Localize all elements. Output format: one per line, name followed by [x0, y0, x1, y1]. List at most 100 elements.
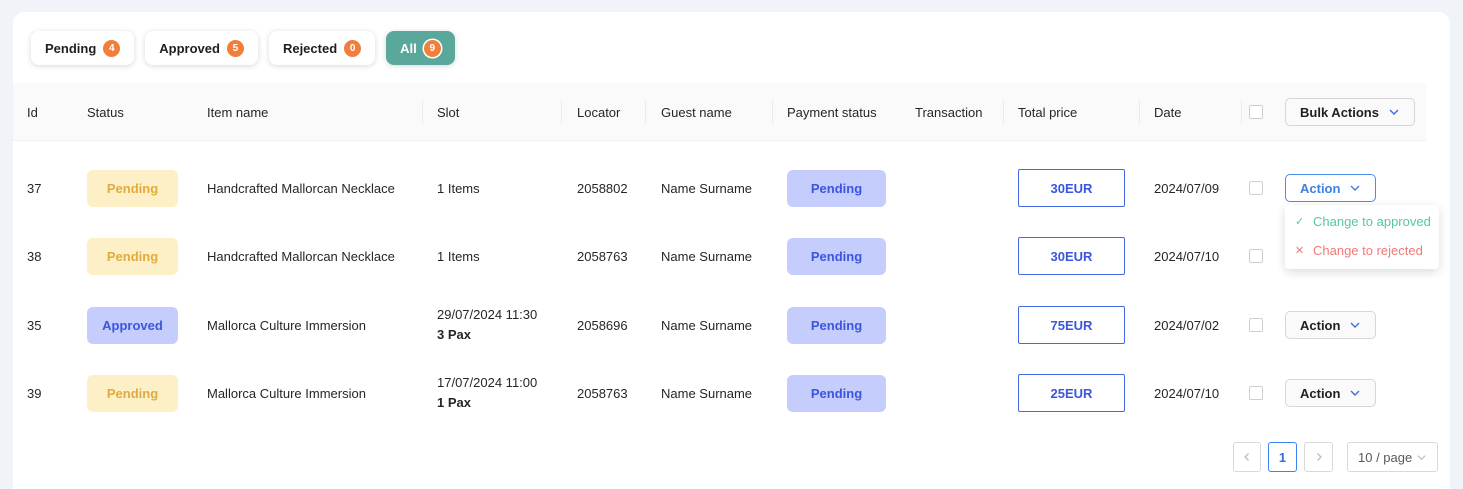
tab-count-badge: 4 — [103, 39, 121, 57]
cell-id: 35 — [27, 317, 42, 333]
status-badge: Pending — [87, 374, 178, 412]
price-box: 30EUR — [1018, 169, 1125, 207]
cell-guest-name: Name Surname — [661, 385, 753, 401]
slot-pax: 3 Pax — [437, 327, 471, 342]
menu-item-change-to-approved[interactable]: ✓ Change to approved — [1295, 214, 1431, 229]
cell-status: Pending — [87, 222, 178, 290]
menu-item-label: Change to approved — [1313, 214, 1431, 229]
column-header-total-price: Total price — [1018, 104, 1078, 120]
table-row: 38 Pending Handcrafted Mallorcan Necklac… — [13, 222, 1426, 290]
cell-status: Pending — [87, 359, 178, 427]
tab-count-badge: 5 — [226, 39, 244, 57]
cell-payment-status: Pending — [787, 222, 886, 290]
cell-locator: 2058696 — [577, 317, 628, 333]
price-box: 75EUR — [1018, 306, 1125, 344]
status-badge: Pending — [87, 237, 178, 275]
cell-status: Approved — [87, 291, 178, 359]
tab-label: Approved — [159, 40, 220, 56]
cell-item-name: Mallorca Culture Immersion — [207, 317, 366, 333]
column-divider — [772, 100, 773, 124]
select-all-checkbox[interactable] — [1249, 105, 1263, 119]
column-divider — [1003, 100, 1004, 124]
cell-slot: 1 Items — [437, 248, 480, 264]
cell-date: 2024/07/02 — [1154, 317, 1220, 333]
page-size-value: 10 / page — [1358, 449, 1413, 465]
slot-info: 17/07/2024 11:00 1 Pax — [437, 373, 537, 413]
column-header-slot: Slot — [437, 104, 460, 120]
column-header-transaction: Transaction — [915, 104, 983, 120]
slot-datetime: 17/07/2024 11:00 — [437, 375, 538, 390]
action-button[interactable]: Action — [1285, 311, 1377, 339]
tab-label: Rejected — [282, 40, 338, 56]
cell-select — [1249, 222, 1263, 290]
cell-total-price: 75EUR — [1018, 291, 1125, 359]
cell-locator: 2058802 — [577, 180, 628, 196]
cell-action: Action — [1285, 291, 1377, 359]
action-label: Action — [1300, 180, 1341, 196]
cell-item-name: Handcrafted Mallorcan Necklace — [207, 248, 395, 264]
tab-all[interactable]: All 9 — [386, 31, 455, 65]
cell-payment-status: Pending — [787, 291, 886, 359]
page-size-select[interactable]: 10 / page — [1347, 442, 1438, 472]
bulk-actions-cell: Bulk Actions — [1285, 83, 1415, 141]
menu-item-change-to-rejected[interactable]: ✕ Change to rejected — [1295, 243, 1423, 258]
chevron-right-icon — [1316, 453, 1322, 461]
cell-date: 2024/07/10 — [1154, 248, 1220, 264]
select-all-cell — [1249, 83, 1263, 141]
bulk-actions-label: Bulk Actions — [1300, 104, 1379, 120]
cell-payment-status: Pending — [787, 359, 886, 427]
column-divider — [1241, 100, 1242, 124]
cell-date: 2024/07/10 — [1154, 385, 1220, 401]
column-divider — [645, 100, 646, 124]
column-header-guest-name: Guest name — [661, 104, 732, 120]
pagination-next-button[interactable] — [1304, 442, 1333, 472]
status-badge: Pending — [87, 169, 178, 207]
close-icon: ✕ — [1295, 245, 1305, 257]
tab-approved[interactable]: Approved 5 — [145, 31, 258, 65]
table-row: 39 Pending Mallorca Culture Immersion 17… — [13, 359, 1426, 427]
action-button[interactable]: Action — [1285, 174, 1377, 202]
check-icon: ✓ — [1295, 216, 1305, 228]
slot-datetime: 29/07/2024 11:30 — [437, 307, 538, 322]
cell-slot: 1 Items — [437, 180, 480, 196]
cell-slot: 17/07/2024 11:00 1 Pax — [437, 359, 537, 427]
cell-id: 38 — [27, 248, 42, 264]
column-divider — [561, 100, 562, 124]
row-checkbox[interactable] — [1249, 249, 1263, 263]
payment-status-badge: Pending — [787, 306, 886, 344]
cell-select — [1249, 154, 1263, 222]
cell-item-name: Mallorca Culture Immersion — [207, 385, 366, 401]
cell-locator: 2058763 — [577, 248, 628, 264]
row-checkbox[interactable] — [1249, 318, 1263, 332]
payment-status-badge: Pending — [787, 374, 886, 412]
price-box: 30EUR — [1018, 237, 1125, 275]
tab-pending[interactable]: Pending 4 — [31, 31, 135, 65]
table-row: 35 Approved Mallorca Culture Immersion 2… — [13, 291, 1426, 359]
cell-id: 39 — [27, 385, 42, 401]
chevron-left-icon — [1244, 453, 1249, 461]
cell-status: Pending — [87, 154, 178, 222]
column-divider — [1139, 100, 1140, 124]
tab-rejected[interactable]: Rejected 0 — [268, 31, 376, 65]
table-header: Id Status Item name Slot Locator Guest n… — [13, 83, 1426, 141]
row-checkbox[interactable] — [1249, 181, 1263, 195]
row-checkbox[interactable] — [1249, 386, 1263, 400]
menu-item-label: Change to rejected — [1313, 243, 1423, 258]
cell-total-price: 30EUR — [1018, 222, 1125, 290]
column-header-locator: Locator — [577, 104, 621, 120]
action-dropdown-menu: ✓ Change to approved ✕ Change to rejecte… — [1285, 205, 1439, 269]
action-button[interactable]: Action — [1285, 379, 1377, 407]
cell-locator: 2058763 — [577, 385, 628, 401]
pagination-page-1[interactable]: 1 — [1268, 442, 1297, 472]
payment-status-badge: Pending — [787, 169, 886, 207]
chevron-down-icon — [1389, 109, 1399, 115]
column-header-date: Date — [1154, 104, 1182, 120]
cell-id: 37 — [27, 180, 42, 196]
cell-guest-name: Name Surname — [661, 180, 753, 196]
payment-status-badge: Pending — [787, 237, 886, 275]
chevron-down-icon — [1350, 322, 1360, 328]
slot-pax: 1 Pax — [437, 395, 471, 410]
pagination-prev-button[interactable] — [1233, 442, 1261, 472]
tab-label: All — [400, 40, 417, 56]
bulk-actions-button[interactable]: Bulk Actions — [1285, 98, 1415, 126]
